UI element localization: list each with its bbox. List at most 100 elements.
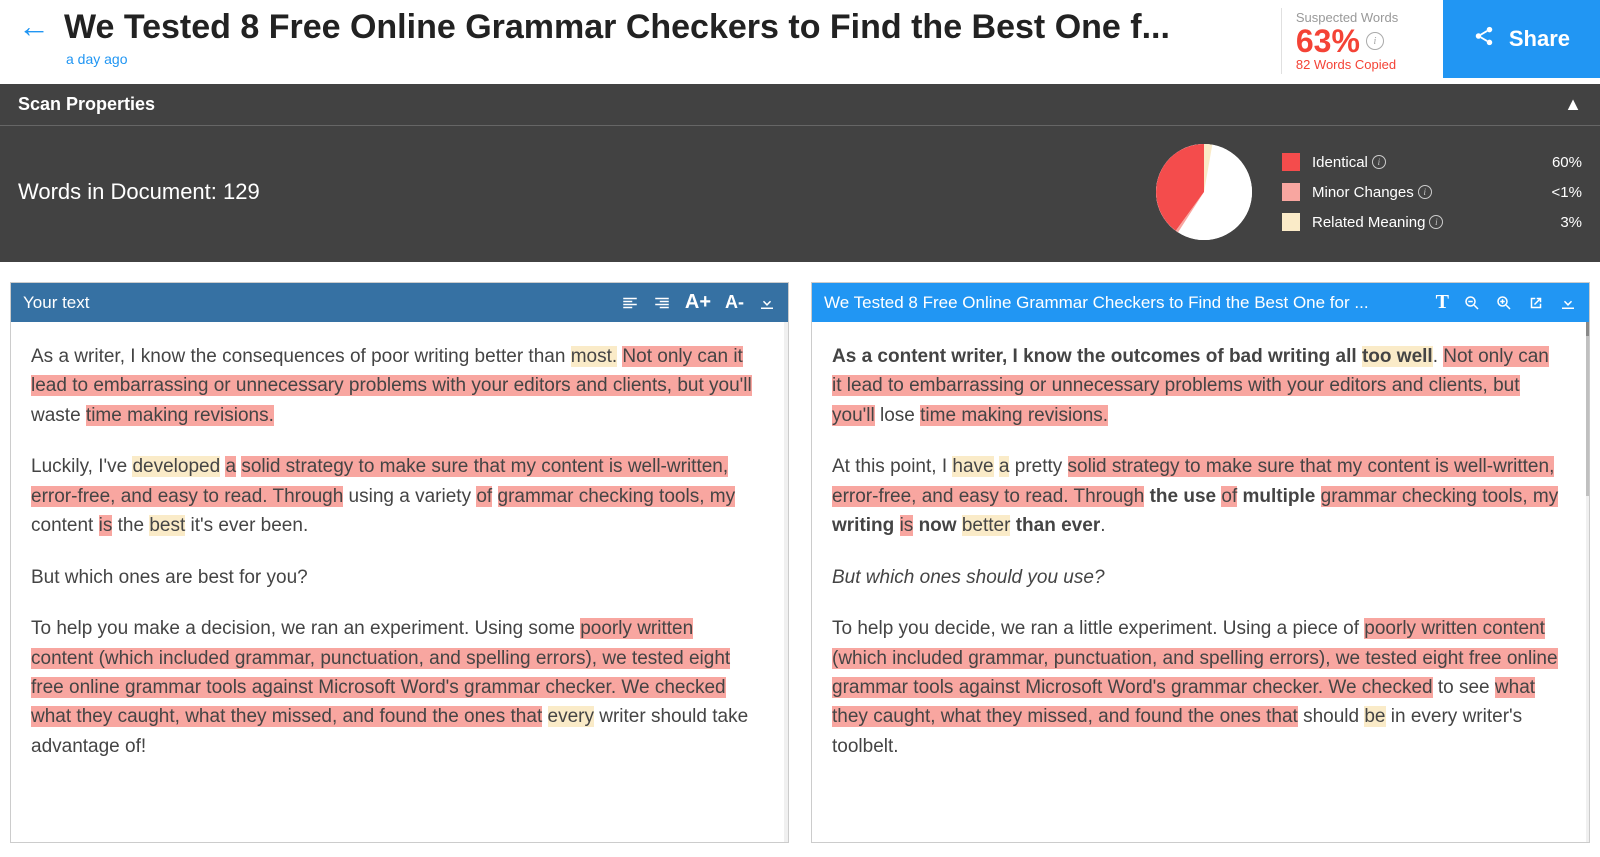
plain-text: multiple	[1243, 486, 1321, 507]
plain-text: to see	[1433, 677, 1495, 698]
highlighted-text: too well	[1362, 346, 1433, 367]
info-icon[interactable]: i	[1429, 215, 1443, 229]
plain-text: the	[112, 515, 149, 536]
plain-text: waste	[31, 405, 86, 426]
open-external-icon[interactable]	[1527, 294, 1545, 312]
info-icon[interactable]: i	[1366, 32, 1384, 50]
plain-text: lose	[875, 405, 920, 426]
highlighted-text: best	[149, 515, 185, 536]
text-paragraph: Luckily, I've developed a solid strategy…	[31, 452, 760, 540]
plain-text: But which ones should you use?	[832, 567, 1105, 588]
highlighted-text: time making revisions.	[920, 405, 1108, 426]
download-icon[interactable]	[1559, 294, 1577, 312]
stat-percent: 63%	[1296, 25, 1360, 57]
highlighted-text: is	[99, 515, 113, 536]
scan-properties-panel: Scan Properties ▲ Words in Document: 129…	[0, 84, 1600, 262]
comparison-view: Your text A+ A- As a writer, I know the …	[0, 262, 1600, 843]
info-icon[interactable]: i	[1418, 185, 1432, 199]
share-icon	[1473, 25, 1495, 53]
text-tool-icon[interactable]: T	[1436, 291, 1449, 314]
highlighted-text: time making revisions.	[86, 405, 274, 426]
plain-text: Luckily, I've	[31, 456, 132, 477]
left-scrollbar[interactable]	[784, 322, 788, 842]
source-text-body[interactable]: As a content writer, I know the outcomes…	[812, 322, 1586, 842]
plain-text: writing	[832, 515, 900, 536]
legend-label: Minor Changesi	[1312, 184, 1520, 201]
plain-text: the use	[1150, 486, 1222, 507]
text-paragraph: But which ones are best for you?	[31, 563, 760, 592]
download-icon[interactable]	[758, 294, 776, 312]
align-right-icon[interactable]	[653, 294, 671, 312]
legend-value: <1%	[1532, 184, 1582, 201]
plain-text: At this point, I	[832, 456, 952, 477]
source-text-title: We Tested 8 Free Online Grammar Checkers…	[824, 293, 1422, 313]
back-button[interactable]: ←	[18, 10, 50, 42]
page-header: ← We Tested 8 Free Online Grammar Checke…	[0, 0, 1600, 78]
source-text-header: We Tested 8 Free Online Grammar Checkers…	[812, 283, 1589, 322]
highlighted-text: is	[900, 515, 914, 536]
plain-text	[492, 486, 497, 507]
source-text-panel: We Tested 8 Free Online Grammar Checkers…	[811, 282, 1590, 843]
text-paragraph: At this point, I have a pretty solid str…	[832, 452, 1562, 540]
font-increase-icon[interactable]: A+	[685, 291, 711, 314]
your-text-title: Your text	[23, 293, 607, 313]
highlighted-text: grammar checking tools, my	[498, 486, 736, 507]
suspected-words-stat: Suspected Words 63% i 82 Words Copied	[1281, 8, 1429, 74]
highlighted-text: a	[999, 456, 1010, 477]
swatch-icon	[1282, 183, 1300, 201]
swatch-icon	[1282, 153, 1300, 171]
highlighted-text: be	[1364, 706, 1385, 727]
text-paragraph: But which ones should you use?	[832, 563, 1562, 592]
highlighted-text: of	[1221, 486, 1237, 507]
plain-text: But which ones are best for you?	[31, 567, 308, 588]
highlighted-text: what they caught, what they missed, and …	[31, 706, 542, 727]
scan-properties-body: Words in Document: 129 Identicali 60% Mi…	[0, 126, 1600, 262]
match-pie-chart	[1156, 144, 1252, 240]
timestamp: a day ago	[66, 51, 1267, 67]
plain-text: using a variety	[343, 486, 476, 507]
plain-text: As a writer, I know the consequences of …	[31, 346, 571, 367]
plain-text: now	[919, 515, 962, 536]
right-scrollbar[interactable]	[1586, 322, 1590, 842]
scan-properties-toggle[interactable]: Scan Properties ▲	[0, 84, 1600, 126]
info-icon[interactable]: i	[1372, 155, 1386, 169]
your-text-panel: Your text A+ A- As a writer, I know the …	[10, 282, 789, 843]
plain-text: .	[1100, 515, 1105, 536]
legend-value: 60%	[1532, 154, 1582, 171]
plain-text	[542, 706, 547, 727]
stat-value: 63% i	[1296, 25, 1413, 57]
word-count: Words in Document: 129	[18, 179, 1156, 205]
highlighted-text: better	[962, 515, 1011, 536]
scroll-up-arrow[interactable]	[1586, 322, 1590, 336]
share-button[interactable]: Share	[1443, 0, 1600, 78]
plain-text: content	[31, 515, 99, 536]
legend-label: Related Meaningi	[1312, 214, 1520, 231]
highlighted-text: a	[225, 456, 236, 477]
title-block: We Tested 8 Free Online Grammar Checkers…	[64, 8, 1267, 67]
highlighted-text: grammar checking tools, my	[1321, 486, 1559, 507]
plain-text: pretty	[1009, 456, 1067, 477]
swatch-icon	[1282, 213, 1300, 231]
zoom-out-icon[interactable]	[1463, 294, 1481, 312]
chevron-up-icon: ▲	[1564, 94, 1582, 115]
scroll-thumb[interactable]	[1586, 336, 1590, 496]
plain-text: it's ever been.	[185, 515, 308, 536]
legend-row: Identicali 60%	[1282, 147, 1582, 177]
page-title: We Tested 8 Free Online Grammar Checkers…	[64, 8, 1267, 47]
left-toolbar: A+ A-	[621, 291, 776, 314]
plain-text: than ever	[1016, 515, 1100, 536]
highlighted-text: developed	[132, 456, 220, 477]
plain-text: should	[1298, 706, 1365, 727]
text-paragraph: As a writer, I know the consequences of …	[31, 342, 760, 430]
right-toolbar: T	[1436, 291, 1577, 314]
align-left-icon[interactable]	[621, 294, 639, 312]
your-text-body[interactable]: As a writer, I know the consequences of …	[11, 322, 784, 842]
plain-text: To help you make a decision, we ran an e…	[31, 618, 580, 639]
font-decrease-icon[interactable]: A-	[725, 292, 744, 313]
legend-row: Related Meaningi 3%	[1282, 207, 1582, 237]
scan-properties-title: Scan Properties	[18, 94, 155, 115]
text-paragraph: As a content writer, I know the outcomes…	[832, 342, 1562, 430]
text-paragraph: To help you make a decision, we ran an e…	[31, 614, 760, 761]
legend-row: Minor Changesi <1%	[1282, 177, 1582, 207]
zoom-in-icon[interactable]	[1495, 294, 1513, 312]
